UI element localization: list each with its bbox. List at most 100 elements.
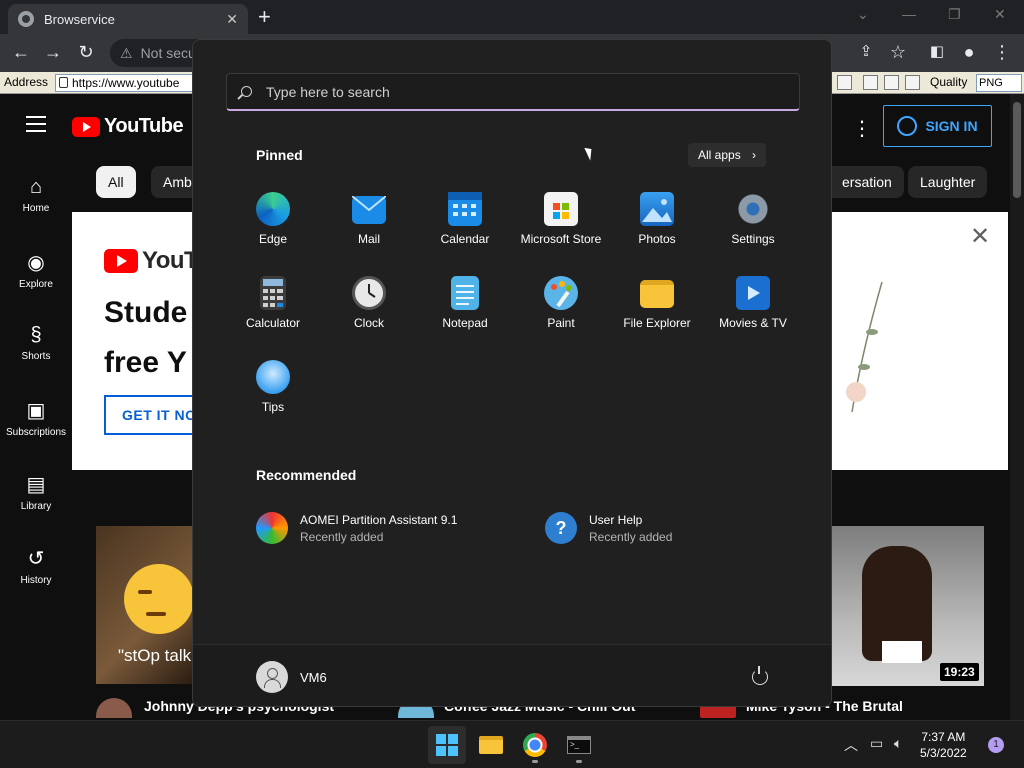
lock-icon — [59, 77, 68, 88]
pinned-paint[interactable]: Paint — [513, 276, 609, 330]
pinned-notepad[interactable]: Notepad — [417, 276, 513, 330]
nav-item-home[interactable]: ⌂ Home — [0, 176, 72, 214]
address-field[interactable]: https://www.youtube — [55, 74, 195, 92]
tab-search-chevron-icon[interactable]: ⌄ — [857, 6, 869, 23]
hamburger-menu-icon[interactable] — [26, 116, 46, 137]
settings-icon — [736, 192, 770, 226]
new-tab-button[interactable]: + — [258, 4, 271, 30]
pinned-movies-tv[interactable]: Movies & TV — [705, 276, 801, 330]
back-arrow-icon[interactable]: ← — [10, 42, 32, 63]
history-icon: ↺ — [27, 548, 45, 570]
pinned-label: Microsoft Store — [520, 232, 602, 246]
tab-close-icon[interactable]: ✕ — [226, 11, 238, 28]
profile-icon[interactable]: ● — [958, 42, 980, 63]
taskbar-clock[interactable]: 7:37 AM 5/3/2022 — [920, 729, 967, 761]
start-search-input[interactable]: Type here to search — [226, 73, 800, 111]
find-icon[interactable] — [884, 75, 899, 90]
maximize-button[interactable]: ❐ — [948, 6, 961, 23]
tab-title: Browservice — [44, 11, 115, 27]
bookmark-star-icon[interactable]: ☆ — [887, 42, 909, 63]
pinned-settings[interactable]: Settings — [705, 192, 801, 246]
user-avatar-icon — [256, 661, 288, 693]
side-panel-icon[interactable]: ◧ — [926, 42, 948, 60]
aomei-icon — [256, 512, 288, 544]
pinned-file-explorer[interactable]: File Explorer — [609, 276, 705, 330]
nav-label: Home — [22, 203, 50, 214]
sign-in-button[interactable]: SIGN IN — [883, 105, 992, 147]
clock-time: 7:37 AM — [921, 730, 966, 744]
network-icon[interactable]: ▭ — [870, 735, 883, 752]
pinned-calendar[interactable]: Calendar — [417, 192, 513, 246]
scrollbar-thumb[interactable] — [1013, 102, 1021, 198]
pinned-label: Edge — [258, 232, 288, 246]
pinned-tips[interactable]: Tips — [225, 360, 321, 414]
pinned-clock[interactable]: Clock — [321, 276, 417, 330]
user-account-button[interactable]: VM6 — [256, 661, 327, 693]
clipboard-icon[interactable] — [905, 75, 920, 90]
youtube-logo[interactable]: YouTube — [72, 115, 184, 138]
nav-label: Shorts — [21, 351, 51, 362]
nav-item-library[interactable]: ▤ Library — [0, 472, 72, 512]
pinned-edge[interactable]: Edge — [225, 192, 321, 246]
taskbar-terminal[interactable]: >_ — [560, 726, 598, 764]
search-placeholder: Type here to search — [266, 83, 390, 100]
chevron-right-icon: › — [752, 148, 757, 162]
address-value: https://www.youtube — [72, 76, 180, 90]
running-indicator — [576, 760, 582, 763]
nav-item-shorts[interactable]: § Shorts — [0, 324, 72, 362]
pinned-label: Photos — [638, 232, 676, 246]
file-explorer-icon — [479, 736, 503, 754]
pinned-label: Tips — [261, 400, 285, 414]
page-scrollbar[interactable] — [1010, 94, 1024, 720]
store-icon — [544, 192, 578, 226]
chip-conversation[interactable]: ersation — [830, 166, 904, 198]
share-icon[interactable]: ⇪ — [855, 42, 877, 60]
recommended-user-help[interactable]: ? User Help Recently added — [545, 512, 672, 544]
taskbar-chrome[interactable] — [516, 726, 554, 764]
channel-avatar[interactable] — [96, 698, 132, 718]
settings-kebab-icon[interactable]: ⋮ — [852, 116, 872, 141]
bookmark-icon[interactable] — [837, 75, 852, 90]
forward-arrow-icon[interactable]: → — [42, 42, 64, 63]
notification-badge[interactable]: 1 — [988, 737, 1004, 753]
browser-tab[interactable]: Browservice ✕ — [8, 4, 248, 34]
pinned-calculator[interactable]: Calculator — [225, 276, 321, 330]
start-menu: Type here to search Pinned All apps › Ed… — [192, 39, 832, 707]
show-hidden-icons-chevron-icon[interactable]: ︿ — [844, 735, 858, 755]
pinned-mail[interactable]: Mail — [321, 192, 417, 246]
recommended-name: AOMEI Partition Assistant 9.1 — [300, 512, 458, 527]
pinned-label: Notepad — [442, 316, 488, 330]
edge-icon — [256, 192, 290, 226]
taskbar-file-explorer[interactable] — [472, 726, 510, 764]
minimize-button[interactable]: — — [902, 6, 916, 22]
reload-icon[interactable]: ↻ — [75, 42, 97, 63]
nav-item-history[interactable]: ↺ History — [0, 546, 72, 586]
volume-icon[interactable]: 🔈︎ — [894, 735, 902, 752]
quality-select[interactable]: PNG — [976, 74, 1022, 92]
pinned-microsoft-store[interactable]: Microsoft Store — [513, 192, 609, 246]
search-icon — [241, 86, 252, 97]
banner-title-line2: free Y — [104, 346, 187, 379]
screenshot-icon[interactable] — [863, 75, 878, 90]
video-thumbnail-3[interactable]: 19:23 — [832, 526, 984, 686]
recommended-aomei[interactable]: AOMEI Partition Assistant 9.1 Recently a… — [256, 512, 457, 544]
pinned-label: Calendar — [440, 232, 490, 246]
chip-laughter[interactable]: Laughter — [908, 166, 988, 198]
pinned-photos[interactable]: Photos — [609, 192, 705, 246]
banner-title: Stude free Y — [104, 288, 187, 388]
close-window-button[interactable]: ✕ — [994, 6, 1006, 23]
all-apps-button[interactable]: All apps › — [688, 143, 767, 167]
start-icon — [436, 734, 458, 756]
nav-label: History — [20, 575, 52, 586]
compass-icon: ◉ — [27, 252, 45, 274]
help-icon: ? — [545, 512, 577, 544]
nav-item-explore[interactable]: ◉ Explore — [0, 250, 72, 290]
chip-all[interactable]: All — [96, 166, 136, 198]
youtube-play-icon — [72, 116, 100, 137]
nav-item-subscriptions[interactable]: ▣ Subscriptions — [0, 398, 72, 438]
power-icon[interactable] — [752, 666, 768, 685]
screen: Browservice ✕ + ⌄ — ❐ ✕ ← → ↻ ⚠ Not secu… — [0, 0, 1024, 768]
banner-close-icon[interactable]: ✕ — [970, 222, 990, 251]
menu-kebab-icon[interactable]: ⋮ — [991, 42, 1013, 63]
start-button[interactable] — [428, 726, 466, 764]
